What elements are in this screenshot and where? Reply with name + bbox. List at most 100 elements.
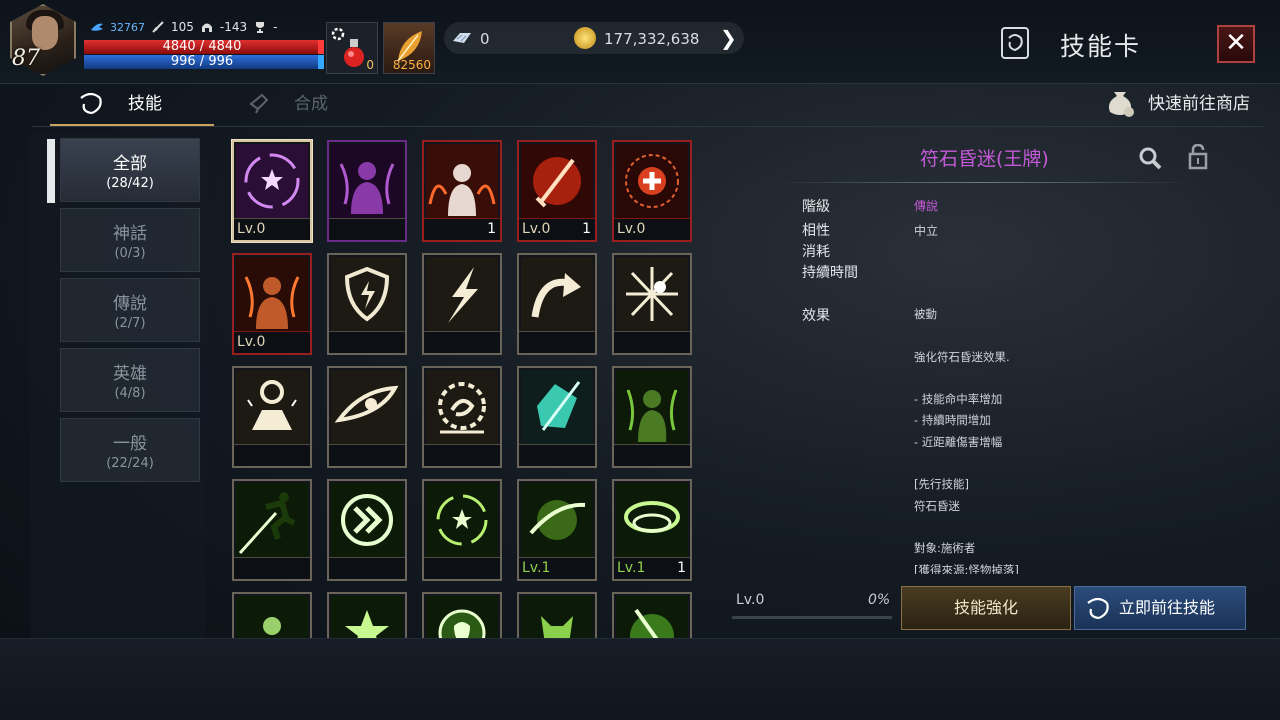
affinity-label: 相性: [802, 223, 830, 239]
skill-card[interactable]: [327, 592, 407, 638]
skill-card[interactable]: [327, 479, 407, 581]
quick-slot-feather[interactable]: 82560: [383, 22, 435, 74]
skill-card[interactable]: [327, 366, 407, 468]
burst-icon: [616, 257, 688, 331]
skill-card[interactable]: [612, 366, 692, 468]
goto-skill-label: 立即前往技能: [1119, 598, 1216, 617]
sword-icon: [152, 21, 164, 33]
grade-value: 傳說: [914, 199, 939, 213]
skill-card[interactable]: [232, 366, 312, 468]
card-level: Lv.0: [237, 221, 266, 237]
skill-card[interactable]: [422, 253, 502, 355]
category-myth[interactable]: 神話 (0/3): [60, 208, 200, 272]
skill-card[interactable]: [327, 253, 407, 355]
skill-card[interactable]: [517, 592, 597, 638]
card-level: Lv.1: [522, 560, 551, 576]
top-hud: 87 32767 105 -143 - 4840 / 4840 996 / 99…: [0, 0, 1280, 84]
category-all[interactable]: 全部 (28/42): [47, 138, 200, 203]
attack-value: 105: [171, 20, 194, 34]
window-title: 技能卡: [1060, 32, 1142, 61]
skill-level: Lv.0: [736, 592, 765, 608]
category-label: 神話: [113, 224, 147, 244]
trophy-value: -: [273, 20, 278, 34]
card-count: 1: [582, 221, 591, 237]
defense-value: -143: [219, 20, 248, 34]
skill-card[interactable]: [612, 253, 692, 355]
skill-card[interactable]: Lv.1 1: [612, 479, 692, 581]
trophy-icon: [256, 22, 265, 33]
sun-spiral-icon: [426, 370, 498, 444]
shield-icon: [331, 257, 403, 331]
skill-card[interactable]: [517, 253, 597, 355]
tab-skill-label: 技能: [128, 94, 162, 114]
money-bag-icon: [1108, 92, 1134, 117]
skill-card-icon: [1001, 27, 1029, 59]
category-count: (22/24): [106, 456, 154, 471]
lightning-icon: [426, 257, 498, 331]
category-label: 一般: [113, 434, 147, 454]
skill-card[interactable]: [232, 479, 312, 581]
green-orb-slash-icon: [521, 483, 593, 557]
card-count: 1: [487, 221, 496, 237]
card-count: 1: [677, 560, 686, 576]
skill-card[interactable]: Lv.0 1: [517, 140, 597, 242]
cost-label: 消耗: [802, 244, 830, 260]
skill-card[interactable]: [422, 592, 502, 638]
close-button[interactable]: ✕: [1217, 25, 1255, 63]
skill-swirl-icon: [1087, 597, 1109, 620]
grade-label: 階級: [802, 199, 830, 215]
skill-card[interactable]: Lv.0: [232, 253, 312, 355]
skill-card[interactable]: [422, 366, 502, 468]
player-stats: 32767 105 -143 -: [90, 20, 277, 34]
search-icon[interactable]: [1138, 146, 1162, 170]
mp-bar: 996 / 996: [84, 55, 324, 69]
category-count: (4/8): [114, 386, 146, 401]
category-hero[interactable]: 英雄 (4/8): [60, 348, 200, 412]
skill-card[interactable]: 1: [422, 140, 502, 242]
green-star-burst-icon: [331, 596, 403, 638]
skill-swirl-icon: [80, 92, 102, 115]
location-pin-icon: [236, 370, 308, 444]
skill-card-rune-stun-ace[interactable]: Lv.0: [232, 140, 312, 242]
skill-card[interactable]: Lv.0: [612, 140, 692, 242]
fire-aura-figure-icon: [236, 257, 308, 331]
purple-aura-figure-icon: [331, 144, 403, 218]
synthesis-icon: [249, 93, 269, 114]
eye-icon: [331, 370, 403, 444]
shop-link[interactable]: 快速前往商店: [1108, 88, 1250, 122]
category-legend[interactable]: 傳說 (2/7): [60, 278, 200, 342]
gold-coin-icon: [574, 27, 596, 49]
green-emblem-icon: [426, 596, 498, 638]
close-icon: ✕: [1225, 28, 1247, 58]
goto-skill-button[interactable]: 立即前往技能: [1074, 586, 1246, 630]
skill-card[interactable]: [327, 140, 407, 242]
currency-bar: 0 177,332,638 ❯: [444, 22, 744, 54]
chevron-right-icon[interactable]: ❯: [720, 26, 737, 50]
crowd-figure-icon: [426, 144, 498, 218]
quick-slot-potion[interactable]: 0: [326, 22, 378, 74]
card-level: Lv.0: [237, 334, 266, 350]
category-sidebar: 全部 (28/42) 神話 (0/3) 傳說 (2/7) 英雄 (4/8) 一般…: [30, 134, 206, 638]
green-rune-swirl-icon: [426, 483, 498, 557]
skill-card[interactable]: [517, 366, 597, 468]
tab-skill[interactable]: 技能: [50, 88, 214, 126]
potion-count: 0: [366, 58, 374, 72]
tab-synthesis[interactable]: 合成: [244, 88, 374, 126]
category-label: 傳說: [113, 294, 147, 314]
hp-bar-tip: [318, 40, 324, 54]
card-level: Lv.0: [522, 221, 551, 237]
category-normal[interactable]: 一般 (22/24): [60, 418, 200, 482]
green-spear-icon: [616, 596, 688, 638]
skill-card[interactable]: [422, 479, 502, 581]
sprint-runner-icon: [236, 483, 308, 557]
green-whirlwind-icon: [616, 483, 688, 557]
effect-label: 效果: [802, 308, 830, 324]
upgrade-skill-button[interactable]: 技能強化: [901, 586, 1071, 630]
duration-label: 持續時間: [802, 265, 858, 281]
skill-card[interactable]: [612, 592, 692, 638]
skill-card[interactable]: Lv.1: [517, 479, 597, 581]
skill-card[interactable]: [232, 592, 312, 638]
lock-icon[interactable]: [1188, 144, 1208, 170]
potion-icon: [344, 39, 364, 67]
double-chevron-icon: [331, 483, 403, 557]
